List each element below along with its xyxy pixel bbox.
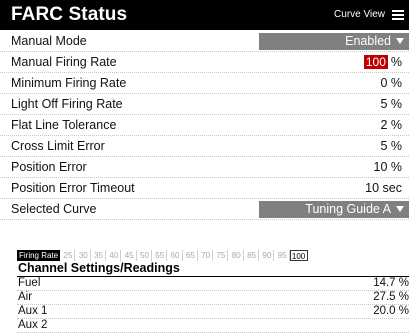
channel-label: Aux 1 xyxy=(18,305,48,317)
setting-value: 0 % xyxy=(380,76,402,90)
scale-tick: 85 xyxy=(244,249,259,261)
setting-label: Manual Mode xyxy=(11,34,87,48)
setting-label: Minimum Firing Rate xyxy=(11,76,127,90)
manual-rate-input[interactable]: 100 xyxy=(363,55,388,69)
setting-row[interactable]: Position Error Timeout 10 sec xyxy=(0,178,409,199)
caret-down-icon xyxy=(396,206,404,212)
caret-down-icon xyxy=(396,38,404,44)
scale-tick: 25 xyxy=(60,249,76,261)
setting-label: Light Off Firing Rate xyxy=(11,97,123,111)
setting-label: Position Error Timeout xyxy=(11,181,135,195)
scale-tick: 35 xyxy=(91,249,107,261)
setting-label: Cross Limit Error xyxy=(11,139,105,153)
scale-tick: 60 xyxy=(167,249,183,261)
channel-row: Aux 1 20.0 % xyxy=(17,305,409,319)
setting-dropdown[interactable]: Enabled xyxy=(259,33,409,50)
setting-value: 10 sec xyxy=(365,181,402,195)
setting-label: Selected Curve xyxy=(11,202,97,216)
scale-tick: 90 xyxy=(259,249,275,261)
unit-label: % xyxy=(390,55,402,69)
channel-row: Aux 2 xyxy=(17,319,409,333)
channel-row: Air 27.5 % xyxy=(17,291,409,305)
channel-value: 20.0 % xyxy=(373,305,409,317)
title-bar: FARC Status Curve View xyxy=(0,0,409,30)
setting-label: Manual Firing Rate xyxy=(11,55,117,69)
firing-rate-scale: Firing Rate 25 30 35 40 45 50 55 60 65 70 75 80 85 90… xyxy=(17,249,308,261)
setting-row[interactable]: Manual Firing Rate 100% xyxy=(0,52,409,73)
setting-row[interactable]: Cross Limit Error 5 % xyxy=(0,136,409,157)
setting-row[interactable]: Position Error 10 % xyxy=(0,157,409,178)
scale-tick: 30 xyxy=(75,249,91,261)
scale-tick: 40 xyxy=(106,249,122,261)
setting-label: Position Error xyxy=(11,160,87,174)
channel-label: Air xyxy=(18,291,33,303)
scale-tick: 80 xyxy=(228,249,244,261)
setting-value: 5 % xyxy=(380,97,402,111)
setting-label: Flat Line Tolerance xyxy=(11,118,117,132)
channel-label: Aux 2 xyxy=(18,319,48,331)
setting-value[interactable]: 100% xyxy=(363,55,402,69)
setting-value: 10 % xyxy=(373,160,403,174)
channel-row: Fuel 14.7 % xyxy=(17,277,409,291)
farc-status-screen: FARC Status Curve View Manual Mode Enable… xyxy=(0,0,409,333)
page-title: FARC Status xyxy=(11,4,128,25)
setting-dropdown[interactable]: Tuning Guide A xyxy=(259,201,409,218)
scale-tick: 65 xyxy=(183,249,198,261)
setting-row[interactable]: Flat Line Tolerance 2 % xyxy=(0,115,409,136)
curve-view-link[interactable]: Curve View xyxy=(334,9,385,20)
scale-tick: 55 xyxy=(152,249,168,261)
setting-row[interactable]: Manual Mode Enabled xyxy=(0,31,409,52)
firing-rate-scale-label: Firing Rate xyxy=(17,249,61,261)
scale-current-tick: 100 xyxy=(289,249,308,261)
channel-value: 14.7 % xyxy=(373,277,409,289)
setting-row[interactable]: Light Off Firing Rate 5 % xyxy=(0,94,409,115)
dropdown-value: Tuning Guide A xyxy=(305,202,391,216)
scale-tick: 75 xyxy=(213,249,229,261)
setting-row[interactable]: Selected Curve Tuning Guide A xyxy=(0,199,409,220)
setting-value: 5 % xyxy=(380,139,402,153)
channel-settings-heading: Channel Settings/Readings xyxy=(18,261,180,275)
scale-tick: 95 xyxy=(274,249,290,261)
hamburger-menu-icon[interactable] xyxy=(392,10,404,20)
channel-value: 27.5 % xyxy=(373,291,409,303)
scale-tick: 50 xyxy=(137,249,152,261)
setting-row[interactable]: Minimum Firing Rate 0 % xyxy=(0,73,409,94)
scale-tick: 45 xyxy=(121,249,137,261)
scale-tick: 70 xyxy=(198,249,214,261)
setting-value: 2 % xyxy=(380,118,402,132)
channel-label: Fuel xyxy=(18,277,41,289)
dropdown-value: Enabled xyxy=(345,34,391,48)
